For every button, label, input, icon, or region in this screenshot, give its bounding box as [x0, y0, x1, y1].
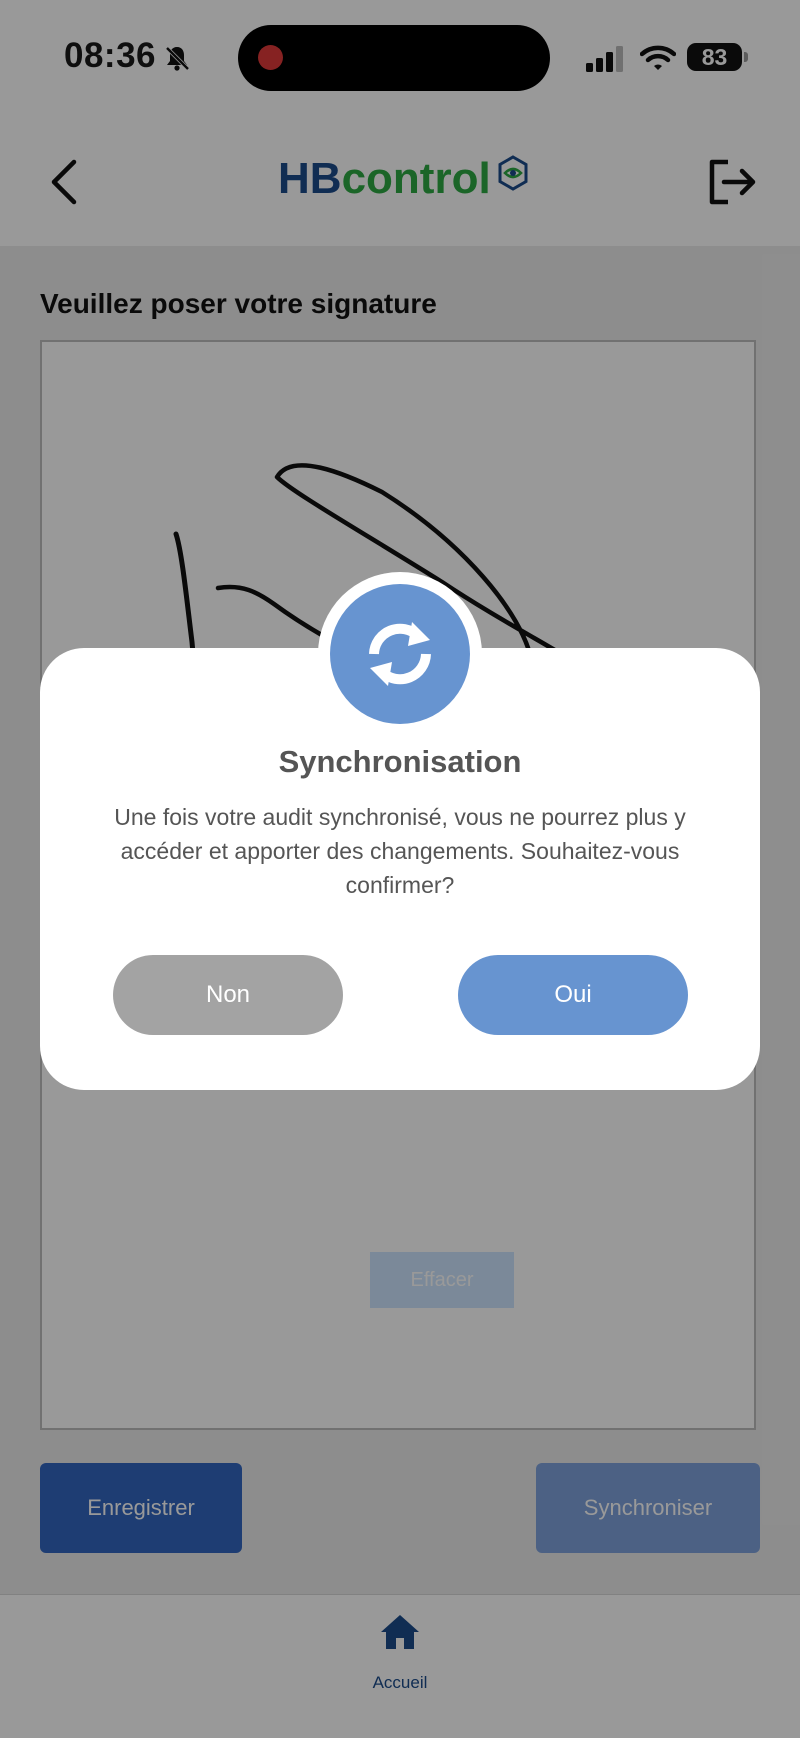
confirm-button[interactable]: Oui: [458, 955, 688, 1035]
modal-message: Une fois votre audit synchronisé, vous n…: [114, 804, 686, 898]
modal-icon-ring: [318, 572, 482, 736]
cancel-button[interactable]: Non: [113, 955, 343, 1035]
sync-confirm-dialog: Synchronisation Une fois votre audit syn…: [40, 572, 760, 1090]
modal-title: Synchronisation: [278, 744, 522, 779]
sync-icon: [330, 584, 470, 724]
